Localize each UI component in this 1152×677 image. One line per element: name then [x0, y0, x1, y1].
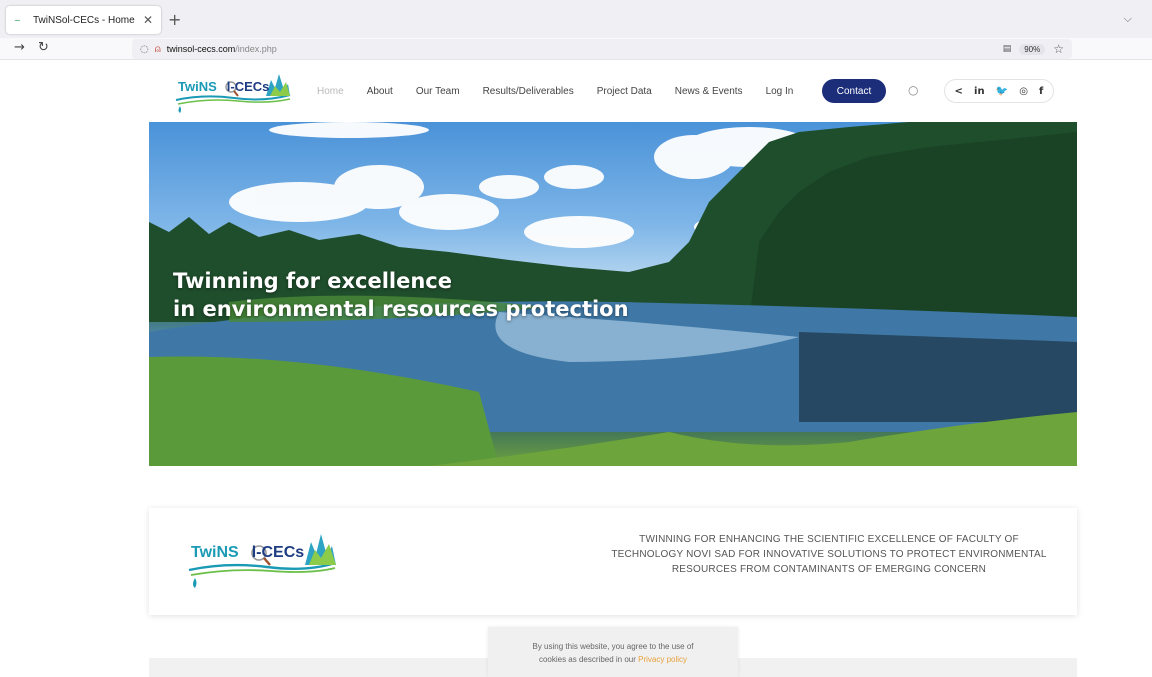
- cookie-banner: By using this website, you agree to the …: [488, 627, 738, 677]
- project-title-text: TWINNING FOR ENHANCING THE SCIENTIFIC EX…: [611, 534, 1047, 575]
- cookie-text-line2: cookies as described in our Privacy poli…: [538, 655, 688, 664]
- project-info-card: TwiNS l-CECs TWINNING FOR ENHANCING THE S…: [149, 508, 1077, 615]
- url-host: twinsol-cecs.com: [166, 44, 236, 54]
- site-favicon-icon: ~: [14, 15, 21, 25]
- close-tab-icon[interactable]: ✕: [143, 13, 153, 27]
- twitter-icon[interactable]: 🐦: [996, 86, 1008, 97]
- nav-item-our-team[interactable]: Our Team: [416, 86, 460, 97]
- search-icon[interactable]: ○: [908, 83, 918, 97]
- share-icon[interactable]: <: [955, 86, 963, 97]
- zoom-level[interactable]: 90%: [1019, 43, 1046, 55]
- main-nav: Home About Our Team Results/Deliverables…: [317, 86, 816, 97]
- bookmark-star-icon[interactable]: ☆: [1053, 42, 1064, 56]
- nav-item-results[interactable]: Results/Deliverables: [483, 86, 574, 97]
- cookie-text-line1: By using this website, you agree to the …: [532, 642, 694, 651]
- site-logo[interactable]: TwiNS l-CECs: [174, 70, 292, 114]
- forward-icon[interactable]: →: [14, 40, 25, 55]
- browser-tab[interactable]: ~ TwiNSol-CECs - Home ✕: [6, 6, 161, 34]
- chevron-down-icon[interactable]: ⌵: [1124, 12, 1132, 26]
- lock-icon[interactable]: ⍝: [155, 44, 161, 55]
- social-links: < in 🐦 ◎ f: [944, 79, 1054, 103]
- shield-icon[interactable]: ◌: [140, 44, 149, 55]
- url-path: /index.php: [235, 44, 277, 54]
- browser-tabstrip: ~ TwiNSol-CECs - Home ✕ + ⌵: [0, 0, 1152, 38]
- new-tab-icon[interactable]: +: [168, 10, 181, 29]
- linkedin-icon[interactable]: in: [974, 86, 985, 97]
- tab-title: TwiNSol-CECs - Home: [33, 14, 135, 26]
- reload-icon[interactable]: ↻: [38, 40, 49, 55]
- privacy-policy-link[interactable]: Privacy policy: [638, 655, 687, 664]
- facebook-icon[interactable]: f: [1039, 86, 1043, 97]
- nav-item-project-data[interactable]: Project Data: [597, 86, 652, 97]
- nav-item-news-events[interactable]: News & Events: [675, 86, 743, 97]
- contact-button[interactable]: Contact: [822, 79, 886, 103]
- nav-item-login[interactable]: Log In: [766, 86, 794, 97]
- card-logo: TwiNS l-CECs: [187, 528, 337, 590]
- address-bar[interactable]: ◌ ⍝ twinsol-cecs.com/index.php ▤ 90% ☆: [132, 39, 1072, 59]
- nav-item-home[interactable]: Home: [317, 86, 344, 97]
- browser-navbar: → ↻ ◌ ⍝ twinsol-cecs.com/index.php ▤ 90%…: [0, 38, 1152, 60]
- instagram-icon[interactable]: ◎: [1019, 86, 1028, 97]
- logo-text: TwiNS l-CECs: [178, 79, 270, 94]
- site-header: TwiNS l-CECs Home About Our Team Results/…: [148, 68, 1077, 118]
- hero-banner: Twinning for excellence in environmental…: [149, 122, 1077, 466]
- hero-headline: Twinning for excellence in environmental…: [173, 269, 629, 321]
- nav-item-about[interactable]: About: [367, 86, 393, 97]
- card-logo-text: TwiNS l-CECs: [191, 544, 305, 561]
- reader-view-icon[interactable]: ▤: [1003, 44, 1012, 54]
